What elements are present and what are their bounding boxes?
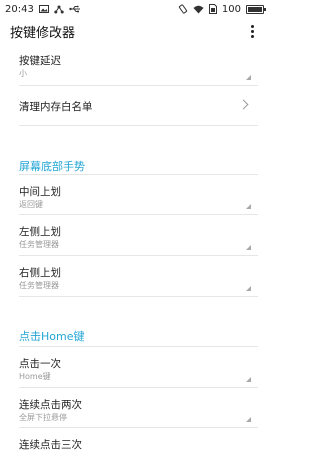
more-options-icon[interactable] (247, 23, 258, 40)
dropdown-corner-icon (246, 75, 251, 80)
dropdown-corner-icon (246, 204, 251, 209)
settings-list: 按键延迟 小 清理内存白名单 屏幕底部手势 中间上划 返回键 左侧上划 任务管理… (0, 44, 270, 458)
setting-title: 点击一次 (19, 358, 61, 370)
setting-value: Home键 (19, 372, 51, 381)
setting-title: 按键延迟 (19, 55, 61, 67)
setting-title: 清理内存白名单 (19, 101, 93, 113)
setting-value: 全屏下拉悬停 (19, 413, 67, 422)
battery-percent: 100 (221, 3, 241, 15)
setting-title: 中间上划 (19, 186, 61, 198)
setting-middle-swipe-up[interactable]: 中间上划 返回键 (19, 175, 258, 215)
rotation-icon (178, 4, 188, 14)
setting-right-swipe-up[interactable]: 右侧上划 任务管理器 (19, 256, 258, 297)
setting-left-swipe-up[interactable]: 左侧上划 任务管理器 (19, 215, 258, 256)
setting-triple-click[interactable]: 连续点击三次 (19, 428, 258, 458)
sim-icon (208, 4, 217, 14)
section-title: 点击Home键 (19, 330, 85, 343)
section-header-home-key: 点击Home键 (19, 297, 258, 347)
page-title: 按键修改器 (10, 25, 76, 41)
setting-title: 左侧上划 (19, 226, 61, 238)
section-title: 屏幕底部手势 (19, 160, 85, 173)
setting-key-delay[interactable]: 按键延迟 小 (19, 44, 258, 86)
image-icon (38, 5, 49, 13)
section-header-bottom-gesture: 屏幕底部手势 (19, 126, 258, 175)
status-time: 20:43 (5, 3, 34, 15)
chevron-right-icon (238, 99, 249, 110)
setting-value: 小 (19, 69, 27, 78)
setting-value: 任务管理器 (19, 240, 59, 249)
status-bar: 20:43 100 (0, 0, 270, 18)
setting-memory-whitelist[interactable]: 清理内存白名单 (19, 86, 258, 126)
dropdown-corner-icon (246, 245, 251, 250)
setting-title: 连续点击两次 (19, 399, 82, 411)
network-share-icon (54, 5, 64, 14)
dropdown-corner-icon (246, 286, 251, 291)
dropdown-corner-icon (246, 417, 251, 422)
setting-value: 返回键 (19, 200, 43, 209)
battery-icon (246, 4, 266, 14)
setting-title: 右侧上划 (19, 267, 61, 279)
wifi-icon (193, 5, 204, 14)
dropdown-corner-icon (246, 377, 251, 382)
usb-icon (69, 5, 81, 13)
setting-single-click[interactable]: 点击一次 Home键 (19, 347, 258, 388)
setting-double-click[interactable]: 连续点击两次 全屏下拉悬停 (19, 388, 258, 428)
app-bar: 按键修改器 (0, 18, 270, 44)
setting-value: 任务管理器 (19, 281, 59, 290)
